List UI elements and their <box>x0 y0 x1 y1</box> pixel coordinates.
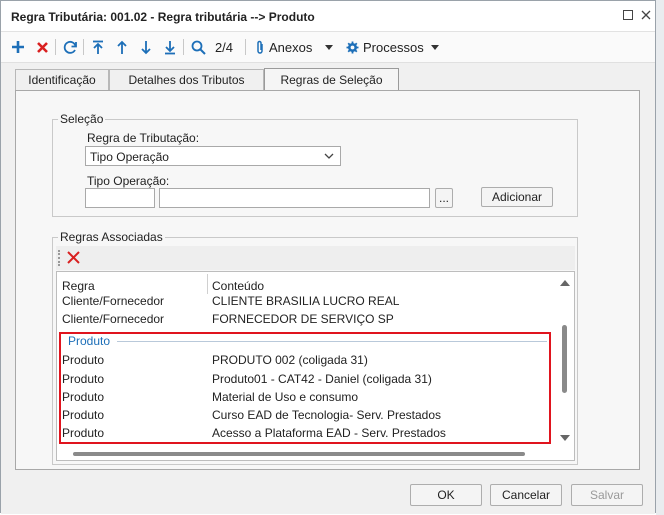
gear-icon <box>346 41 359 53</box>
paperclip-icon <box>257 40 263 54</box>
chevron-down-icon <box>324 150 334 164</box>
horizontal-scrollbar[interactable] <box>73 452 525 456</box>
first-record-icon[interactable] <box>89 37 107 57</box>
ok-button[interactable]: OK <box>410 484 482 506</box>
column-divider <box>207 274 208 294</box>
anexos-dropdown-icon[interactable] <box>324 37 334 57</box>
adicionar-button[interactable]: Adicionar <box>481 187 553 207</box>
tipo-operacao-label: Tipo Operação: <box>87 174 170 188</box>
window-title: Regra Tributária: 001.02 - Regra tributá… <box>11 10 315 24</box>
record-position: 2/4 <box>214 39 234 55</box>
save-button[interactable]: Salvar <box>571 484 643 506</box>
delete-row-icon[interactable] <box>66 250 81 268</box>
cancel-button[interactable]: Cancelar <box>490 484 562 506</box>
refresh-icon[interactable] <box>61 37 79 57</box>
grid-toolbar <box>56 246 575 270</box>
toolbar: 2/4 Anexos Processos <box>1 32 655 63</box>
close-icon[interactable] <box>639 8 653 22</box>
toolbar-separator <box>245 39 246 55</box>
tab-detalhes-dos-tributos[interactable]: Detalhes dos Tributos <box>109 69 264 90</box>
search-icon[interactable] <box>189 37 207 57</box>
dialog-footer: OK Cancelar Salvar <box>1 473 655 514</box>
toolbar-separator <box>183 39 184 55</box>
dialog-window: Regra Tributária: 001.02 - Regra tributá… <box>0 0 656 514</box>
title-bar: Regra Tributária: 001.02 - Regra tributá… <box>1 1 655 32</box>
tab-identificacao[interactable]: Identificação <box>15 69 109 90</box>
vertical-scrollbar[interactable] <box>558 273 572 441</box>
lookup-button[interactable]: ... <box>435 188 453 208</box>
scroll-up-icon[interactable] <box>560 275 570 289</box>
regras-associadas-title: Regras Associadas <box>58 230 165 244</box>
tipo-operacao-description-input[interactable] <box>159 188 430 208</box>
toolbar-grip <box>58 250 62 266</box>
delete-icon[interactable] <box>33 37 51 57</box>
processos-menu[interactable]: Processos <box>346 37 428 57</box>
toolbar-separator <box>83 39 84 55</box>
scrollbar-thumb[interactable] <box>562 325 567 393</box>
anexos-menu[interactable]: Anexos <box>255 37 319 57</box>
add-icon[interactable] <box>9 37 27 57</box>
scroll-down-icon[interactable] <box>560 431 570 445</box>
regra-tributacao-label: Regra de Tributação: <box>87 131 200 145</box>
processos-dropdown-icon[interactable] <box>430 37 440 57</box>
selecao-title: Seleção <box>58 112 106 126</box>
tab-regras-de-selecao[interactable]: Regras de Seleção <box>264 68 399 91</box>
column-header-regra[interactable]: Regra <box>62 279 95 293</box>
maximize-icon[interactable] <box>621 8 635 22</box>
toolbar-separator <box>55 39 56 55</box>
highlight-box <box>59 332 551 444</box>
column-header-conteudo[interactable]: Conteúdo <box>212 279 264 293</box>
last-record-icon[interactable] <box>161 37 179 57</box>
tipo-operacao-code-input[interactable] <box>85 188 155 208</box>
background-strip <box>656 0 664 515</box>
regra-tributacao-select[interactable]: Tipo Operação <box>85 146 341 166</box>
next-record-icon[interactable] <box>137 37 155 57</box>
previous-record-icon[interactable] <box>113 37 131 57</box>
